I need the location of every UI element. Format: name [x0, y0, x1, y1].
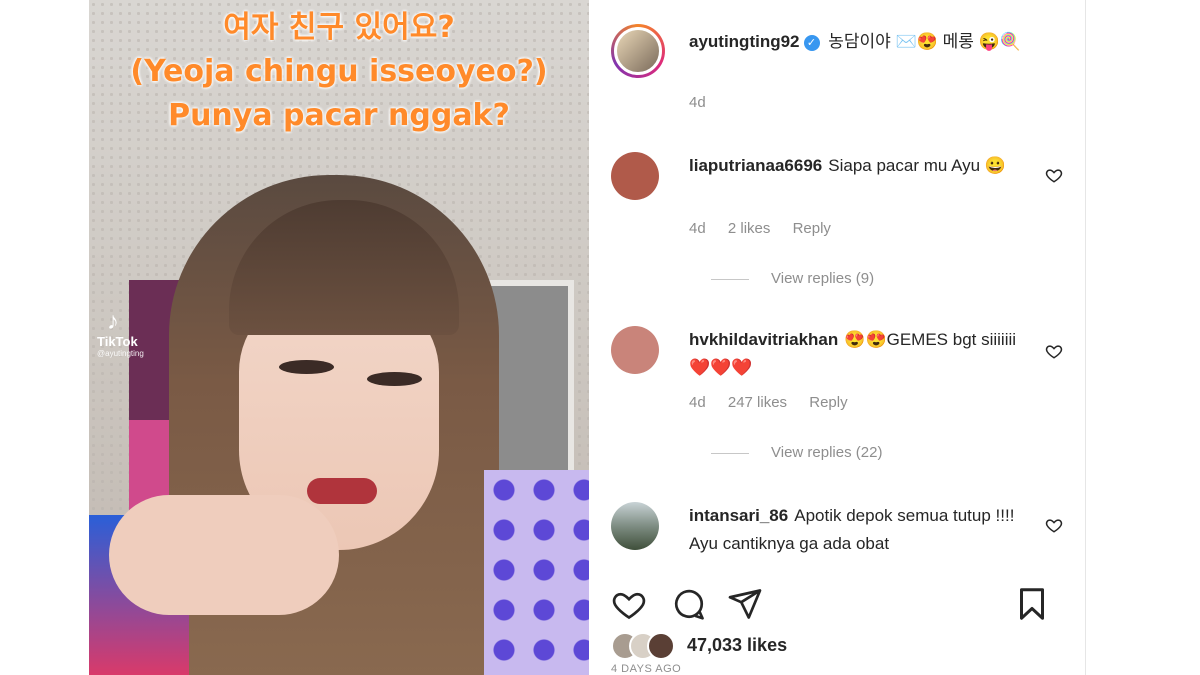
view-replies[interactable]: View replies (22) [711, 444, 882, 461]
caption-romanized: (Yeoja chingu isseoyeo?) [130, 54, 548, 89]
comment-body: hvkhildavitriakhan 😍😍GEMES bgt siiiiiii ❤… [689, 326, 1039, 382]
caption-korean: 여자 친구 있어요? [223, 10, 455, 45]
bookmark-save-icon[interactable] [1014, 586, 1050, 622]
comment-likes[interactable]: 2 likes [728, 220, 771, 237]
likes-count[interactable]: 47,033 likes [687, 635, 787, 656]
commenter-username[interactable]: liaputrianaa6696 [689, 156, 822, 175]
like-comment-heart-icon[interactable] [1045, 166, 1063, 184]
replies-divider [711, 278, 749, 280]
comment-text: Siapa pacar mu Ayu 😀 [828, 156, 1006, 175]
replies-divider [711, 452, 749, 454]
commenter-avatar[interactable] [611, 152, 659, 200]
commenter-avatar[interactable] [611, 326, 659, 374]
view-replies-label[interactable]: View replies (9) [771, 270, 874, 287]
comment-time[interactable]: 4d [689, 394, 706, 411]
likes-summary: 47,033 likes [611, 632, 1061, 662]
screenshot-frame: 여자 친구 있어요? (Yeoja chingu isseoyeo?) Puny… [0, 0, 1200, 675]
tiktok-watermark: ♪ TikTok @ayutingting [97, 308, 144, 359]
tiktok-icon: ♪ [107, 308, 119, 335]
like-comment-heart-icon[interactable] [1045, 342, 1063, 360]
reply-button[interactable]: Reply [793, 220, 831, 237]
commenter-username[interactable]: hvkhildavitriakhan [689, 330, 838, 349]
view-replies-label[interactable]: View replies (22) [771, 444, 882, 461]
caption-indonesian: Punya pacar nggak? [168, 98, 510, 133]
comment-body: liaputrianaa6696 Siapa pacar mu Ayu 😀 [689, 152, 1039, 180]
comment-icon[interactable] [671, 586, 707, 622]
post-time[interactable]: 4d [689, 94, 706, 111]
comments-panel: ayutingting92 ✓ 농담이야 ✉️😍 메롱 😜🍭 4d liaputr… [589, 0, 1086, 675]
post-video[interactable]: 여자 친구 있어요? (Yeoja chingu isseoyeo?) Puny… [89, 0, 589, 675]
commenter-username[interactable]: intansari_86 [689, 506, 788, 525]
comment-body: intansari_86 Apotik depok semua tutup !!!… [689, 502, 1039, 558]
comment-time[interactable]: 4d [689, 220, 706, 237]
reply-button[interactable]: Reply [809, 394, 847, 411]
like-heart-icon[interactable] [611, 586, 647, 622]
liker-avatar [647, 632, 675, 660]
post-caption-text: 농담이야 ✉️😍 메롱 😜🍭 [828, 32, 1021, 51]
like-comment-heart-icon[interactable] [1045, 516, 1063, 534]
post-date: 4 DAYS AGO [611, 663, 682, 675]
tiktok-label: TikTok [97, 334, 138, 349]
person-eye-right [367, 372, 422, 386]
tiktok-handle: @ayutingting [97, 349, 144, 358]
comment-meta: 4d 2 likes Reply [689, 220, 849, 237]
view-replies[interactable]: View replies (9) [711, 270, 874, 287]
comment-meta: 4d 247 likes Reply [689, 394, 866, 411]
person-eye-left [279, 360, 334, 374]
sweater-right [484, 470, 589, 675]
post-actions [611, 586, 1061, 622]
post-caption: ayutingting92 ✓ 농담이야 ✉️😍 메롱 😜🍭 [689, 30, 1069, 54]
person-hand [109, 495, 339, 615]
video-caption: 여자 친구 있어요? (Yeoja chingu isseoyeo?) Puny… [89, 6, 589, 138]
person-lips [307, 478, 377, 504]
verified-badge-icon: ✓ [803, 34, 820, 51]
author-avatar[interactable] [611, 24, 665, 78]
author-username[interactable]: ayutingting92 [689, 32, 800, 51]
comment-likes[interactable]: 247 likes [728, 394, 787, 411]
share-send-icon[interactable] [727, 586, 763, 622]
commenter-avatar[interactable] [611, 502, 659, 550]
